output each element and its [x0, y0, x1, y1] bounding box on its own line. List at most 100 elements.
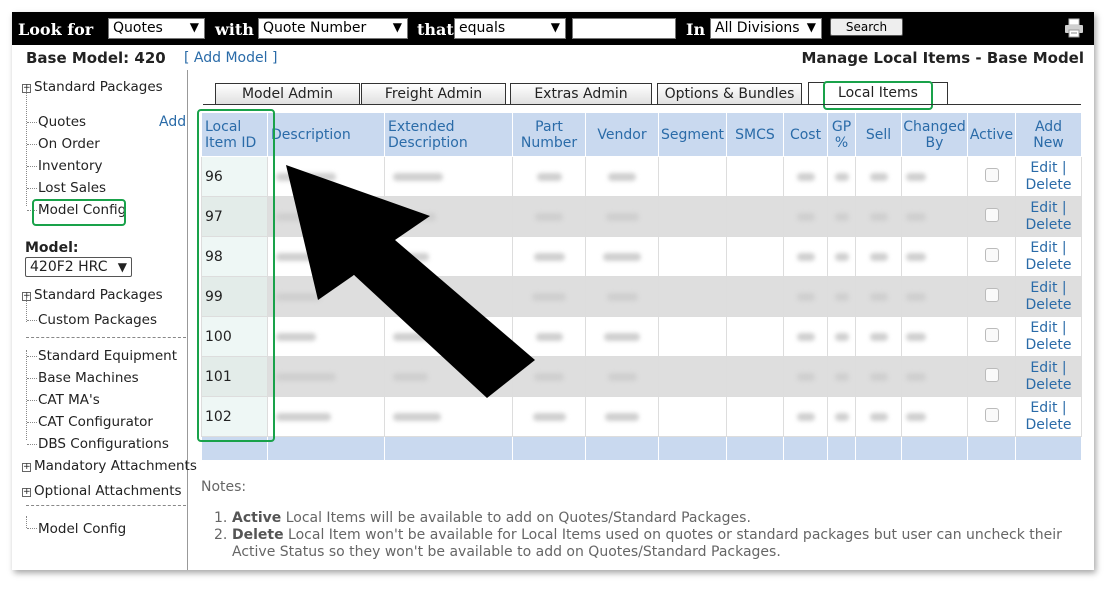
model-select[interactable]: 420F2 HRC ▼: [25, 257, 132, 277]
changed-by-cell: [901, 196, 968, 237]
add-new-link[interactable]: Add New: [1015, 112, 1082, 157]
footer-cell: [901, 436, 968, 461]
active-checkbox[interactable]: [984, 407, 999, 422]
footer-cell: [384, 436, 513, 461]
cost-cell: [783, 196, 828, 237]
segment-cell: [658, 196, 727, 237]
tab-extras-admin[interactable]: Extras Admin: [510, 83, 652, 104]
sidebar-item-inventory[interactable]: Inventory: [38, 158, 102, 174]
edit-link[interactable]: Edit |: [1030, 320, 1066, 336]
delete-link[interactable]: Delete: [1026, 257, 1072, 273]
delete-link[interactable]: Delete: [1026, 337, 1072, 353]
smcs-cell: [726, 156, 784, 197]
col-sell[interactable]: Sell: [855, 112, 902, 157]
with-select[interactable]: Quote Number ▼: [258, 18, 408, 39]
model-label: Model:: [25, 240, 79, 256]
footer-cell: [783, 436, 828, 461]
expand-icon[interactable]: +: [22, 292, 31, 301]
app-window: Look for Quotes ▼ with Quote Number ▼ that…: [12, 12, 1094, 570]
col-cost[interactable]: Cost: [783, 112, 828, 157]
edit-link[interactable]: Edit |: [1030, 240, 1066, 256]
edit-link[interactable]: Edit |: [1030, 280, 1066, 296]
active-checkbox[interactable]: [984, 247, 999, 262]
sell-cell: [855, 316, 902, 357]
extended-description-cell: [384, 356, 513, 397]
actions-cell: Edit | Delete: [1015, 236, 1082, 277]
col-vendor[interactable]: Vendor: [585, 112, 659, 157]
col-gp[interactable]: GP%: [827, 112, 856, 157]
edit-link[interactable]: Edit |: [1030, 200, 1066, 216]
vendor-cell: [585, 276, 659, 317]
description-cell: [267, 156, 385, 197]
changed-by-cell: [901, 236, 968, 277]
expand-icon[interactable]: +: [22, 84, 31, 93]
sidebar-group-standard-packages-2[interactable]: + Standard Packages: [22, 287, 163, 303]
edit-link[interactable]: Edit |: [1030, 160, 1066, 176]
col-extended-description[interactable]: Extended Description: [384, 112, 513, 157]
sidebar-item-on-order[interactable]: On Order: [38, 136, 100, 152]
expand-icon[interactable]: +: [22, 463, 31, 472]
table-footer-row: [201, 436, 1082, 461]
search-input[interactable]: [572, 18, 676, 39]
active-checkbox[interactable]: [984, 207, 999, 222]
actions-cell: Edit | Delete: [1015, 356, 1082, 397]
part-number-cell: [512, 196, 586, 237]
tab-freight-admin[interactable]: Freight Admin: [361, 83, 506, 104]
chevron-down-icon: ▼: [550, 20, 560, 34]
col-active[interactable]: Active: [967, 112, 1016, 157]
sidebar-add-link[interactable]: Add: [159, 114, 186, 130]
sidebar-group-mandatory-attachments[interactable]: + Mandatory Attachments: [22, 458, 197, 474]
active-cell: [967, 396, 1016, 437]
division-select[interactable]: All Divisions ▼: [710, 18, 822, 39]
col-changed-by[interactable]: Changed By: [901, 112, 968, 157]
vendor-cell: [585, 236, 659, 277]
sidebar-item-cat-mas[interactable]: CAT MA's: [38, 392, 100, 408]
vendor-cell: [585, 196, 659, 237]
sidebar-item-standard-equipment[interactable]: Standard Equipment: [38, 348, 177, 364]
col-description[interactable]: Description: [267, 112, 385, 157]
expand-icon[interactable]: +: [22, 488, 31, 497]
smcs-cell: [726, 396, 784, 437]
active-checkbox[interactable]: [984, 367, 999, 382]
sidebar-item-dbs-configurations[interactable]: DBS Configurations: [38, 436, 169, 452]
active-checkbox[interactable]: [984, 287, 999, 302]
sidebar-group-standard-packages[interactable]: + Standard Packages: [22, 79, 163, 95]
tab-model-admin[interactable]: Model Admin: [215, 83, 360, 104]
col-part-number[interactable]: Part Number: [512, 112, 586, 157]
table-row: 99 Edit | Delete: [201, 276, 1082, 317]
divider: [26, 505, 186, 506]
search-button[interactable]: Search: [830, 18, 903, 36]
look-for-select[interactable]: Quotes ▼: [108, 18, 205, 39]
edit-link[interactable]: Edit |: [1030, 360, 1066, 376]
active-checkbox[interactable]: [984, 327, 999, 342]
tab-options-bundles[interactable]: Options & Bundles: [657, 83, 802, 104]
footer-cell: [512, 436, 586, 461]
delete-link[interactable]: Delete: [1026, 217, 1072, 233]
delete-link[interactable]: Delete: [1026, 177, 1072, 193]
that-select[interactable]: equals ▼: [454, 18, 566, 39]
changed-by-cell: [901, 156, 968, 197]
col-segment[interactable]: Segment: [658, 112, 727, 157]
sidebar-item-model-config-bottom[interactable]: Model Config: [38, 521, 126, 537]
edit-link[interactable]: Edit |: [1030, 400, 1066, 416]
actions-cell: Edit | Delete: [1015, 196, 1082, 237]
sidebar-item-cat-configurator[interactable]: CAT Configurator: [38, 414, 153, 430]
delete-link[interactable]: Delete: [1026, 417, 1072, 433]
table-row: 98 Edit | Delete: [201, 236, 1082, 277]
sidebar-item-base-machines[interactable]: Base Machines: [38, 370, 139, 386]
add-model-link[interactable]: [ Add Model ]: [184, 50, 277, 66]
delete-link[interactable]: Delete: [1026, 297, 1072, 313]
description-cell: [267, 316, 385, 357]
sell-cell: [855, 276, 902, 317]
delete-link[interactable]: Delete: [1026, 377, 1072, 393]
col-smcs[interactable]: SMCS: [726, 112, 784, 157]
sidebar-item-custom-packages[interactable]: Custom Packages: [38, 312, 157, 328]
sidebar-item-lost-sales[interactable]: Lost Sales: [38, 180, 106, 196]
printer-icon[interactable]: [1064, 18, 1084, 38]
sidebar-item-quotes[interactable]: Quotes: [38, 114, 86, 130]
note-item: 1. Active Local Items will be available t…: [214, 510, 751, 526]
part-number-cell: [512, 276, 586, 317]
description-cell: [267, 236, 385, 277]
sidebar-group-optional-attachments[interactable]: + Optional Attachments: [22, 483, 182, 499]
active-checkbox[interactable]: [984, 167, 999, 182]
